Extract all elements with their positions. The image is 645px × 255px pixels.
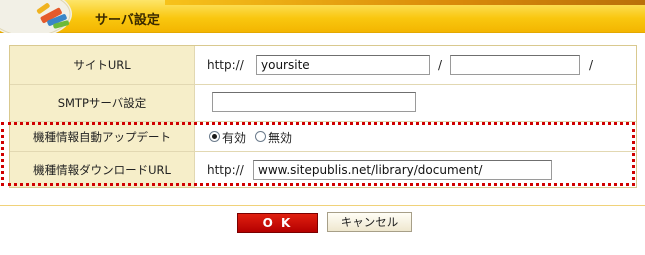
site-url-separator: / xyxy=(438,58,443,72)
ok-button[interactable]: O K xyxy=(237,213,318,233)
auto-update-label: 機種情報自動アップデート xyxy=(10,122,195,151)
smtp-server-input[interactable] xyxy=(212,92,416,112)
auto-update-enable-radio[interactable] xyxy=(209,131,220,142)
auto-update-disable-label[interactable]: 無効 xyxy=(268,129,292,146)
smtp-label: SMTPサーバ設定 xyxy=(10,85,195,121)
auto-update-value-cell: 有効 無効 xyxy=(195,122,636,151)
site-url-row: サイトURL http:// / / xyxy=(10,46,636,85)
site-url-path-input[interactable] xyxy=(450,55,580,75)
site-url-trailing-slash: / xyxy=(589,58,594,72)
download-url-value-cell: http:// xyxy=(195,152,636,187)
auto-update-enable-label[interactable]: 有効 xyxy=(222,129,246,146)
site-url-scheme: http:// xyxy=(207,58,244,72)
cancel-button[interactable]: キャンセル xyxy=(327,212,412,232)
header-divider xyxy=(0,32,645,33)
site-url-value-cell: http:// / / xyxy=(195,46,636,84)
settings-logo-icon xyxy=(0,0,72,33)
download-url-scheme: http:// xyxy=(207,163,244,177)
server-settings-form: サイトURL http:// / / SMTPサーバ設定 機種情報自動アップデー… xyxy=(9,45,637,188)
site-url-label: サイトURL xyxy=(10,46,195,84)
smtp-row: SMTPサーバ設定 xyxy=(10,85,636,122)
header-decor-band xyxy=(165,0,645,5)
page-title: サーバ設定 xyxy=(95,13,160,28)
smtp-value-cell xyxy=(195,85,636,121)
download-url-label: 機種情報ダウンロードURL xyxy=(10,152,195,187)
page-header: サーバ設定 xyxy=(0,0,645,33)
auto-update-disable-radio[interactable] xyxy=(255,131,266,142)
download-url-row: 機種情報ダウンロードURL http:// xyxy=(10,152,636,187)
site-url-host-input[interactable] xyxy=(256,55,430,75)
footer-divider xyxy=(0,205,645,206)
download-url-input[interactable] xyxy=(253,160,552,180)
auto-update-row: 機種情報自動アップデート 有効 無効 xyxy=(10,122,636,152)
